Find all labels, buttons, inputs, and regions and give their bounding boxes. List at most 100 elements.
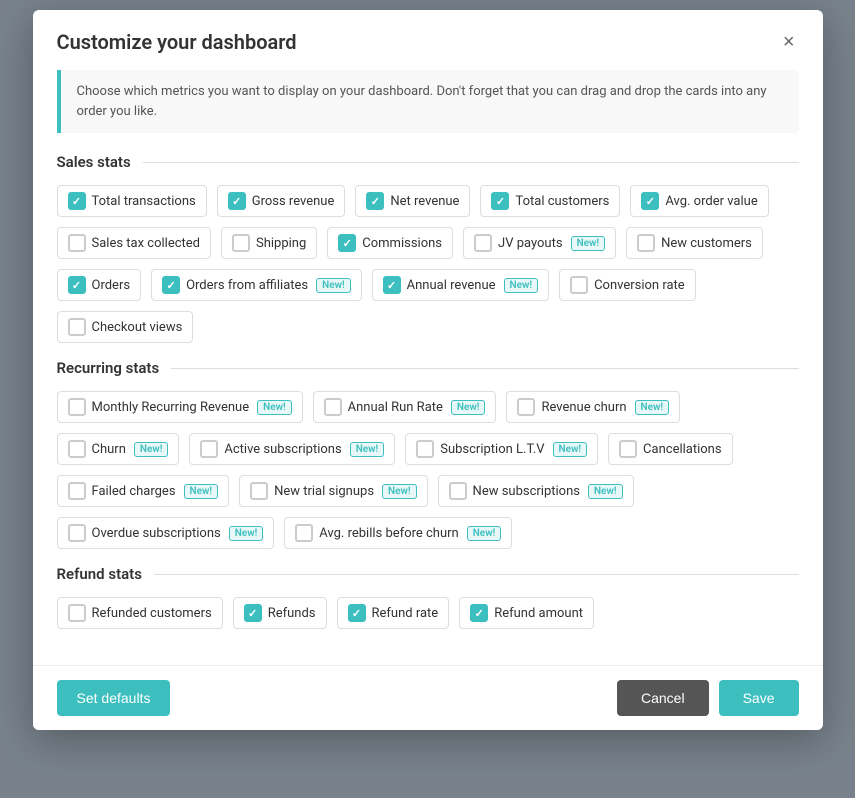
- checkbox-item-new-trial-signups[interactable]: New trial signupsNew!: [239, 475, 427, 507]
- checkbox-grid-sales-stats: Total transactions Gross revenue Net reven…: [57, 185, 799, 343]
- checkbox-item-cancellations[interactable]: Cancellations: [608, 433, 733, 465]
- checkbox-refunded-customers[interactable]: [68, 604, 86, 622]
- checkbox-item-gross-revenue[interactable]: Gross revenue: [217, 185, 346, 217]
- checkbox-item-refund-amount[interactable]: Refund amount: [459, 597, 594, 629]
- checkbox-item-commissions[interactable]: Commissions: [327, 227, 453, 259]
- label-orders: Orders: [92, 278, 131, 293]
- badge-new-annual-revenue: New!: [504, 278, 539, 293]
- checkbox-item-avg-order-value[interactable]: Avg. order value: [630, 185, 768, 217]
- label-net-revenue: Net revenue: [390, 194, 459, 209]
- checkbox-item-churn[interactable]: Churn New!: [57, 433, 180, 465]
- set-defaults-button[interactable]: Set defaults: [57, 680, 171, 716]
- checkbox-conversion-rate[interactable]: [570, 276, 588, 294]
- save-button[interactable]: Save: [719, 680, 799, 716]
- badge-new-new-subscriptions: New!: [588, 484, 623, 499]
- checkbox-refunds[interactable]: [244, 604, 262, 622]
- checkbox-item-active-subscriptions[interactable]: Active subscriptionsNew!: [189, 433, 395, 465]
- checkbox-avg-rebills-before-churn[interactable]: [295, 524, 313, 542]
- checkbox-subscription-ltv[interactable]: [416, 440, 434, 458]
- checkbox-annual-run-rate[interactable]: [324, 398, 342, 416]
- checkbox-item-net-revenue[interactable]: Net revenue: [355, 185, 470, 217]
- checkbox-total-customers[interactable]: [491, 192, 509, 210]
- label-total-customers: Total customers: [515, 194, 609, 209]
- close-button[interactable]: ×: [779, 32, 799, 52]
- checkbox-avg-order-value[interactable]: [641, 192, 659, 210]
- section-line-recurring-stats: [171, 368, 798, 369]
- label-churn: Churn: [92, 442, 126, 457]
- sections-container: Sales stats Total transactions Gross reven…: [57, 153, 799, 629]
- label-shipping: Shipping: [256, 236, 306, 251]
- checkbox-item-overdue-subscriptions[interactable]: Overdue subscriptionsNew!: [57, 517, 275, 549]
- label-overdue-subscriptions: Overdue subscriptions: [92, 526, 221, 541]
- section-line-sales-stats: [143, 162, 799, 163]
- checkbox-refund-amount[interactable]: [470, 604, 488, 622]
- checkbox-commissions[interactable]: [338, 234, 356, 252]
- checkbox-item-refunded-customers[interactable]: Refunded customers: [57, 597, 223, 629]
- label-checkout-views: Checkout views: [92, 320, 183, 335]
- checkbox-churn[interactable]: [68, 440, 86, 458]
- badge-new-jv-payouts: New!: [571, 236, 606, 251]
- checkbox-grid-recurring-stats: Monthly Recurring RevenueNew! Annual Run …: [57, 391, 799, 549]
- checkbox-refund-rate[interactable]: [348, 604, 366, 622]
- checkbox-total-transactions[interactable]: [68, 192, 86, 210]
- section-sales-stats: Sales stats Total transactions Gross reven…: [57, 153, 799, 343]
- label-avg-rebills-before-churn: Avg. rebills before churn: [319, 526, 458, 541]
- checkbox-sales-tax-collected[interactable]: [68, 234, 86, 252]
- badge-new-subscription-ltv: New!: [553, 442, 588, 457]
- section-header-sales-stats: Sales stats: [57, 153, 799, 171]
- checkbox-cancellations[interactable]: [619, 440, 637, 458]
- label-refunds: Refunds: [268, 606, 316, 621]
- checkbox-new-subscriptions[interactable]: [449, 482, 467, 500]
- badge-new-annual-run-rate: New!: [451, 400, 486, 415]
- checkbox-item-monthly-recurring-revenue[interactable]: Monthly Recurring RevenueNew!: [57, 391, 303, 423]
- label-avg-order-value: Avg. order value: [665, 194, 757, 209]
- checkbox-item-sales-tax-collected[interactable]: Sales tax collected: [57, 227, 212, 259]
- label-revenue-churn: Revenue churn: [541, 400, 626, 415]
- checkbox-item-shipping[interactable]: Shipping: [221, 227, 317, 259]
- checkbox-orders[interactable]: [68, 276, 86, 294]
- checkbox-item-checkout-views[interactable]: Checkout views: [57, 311, 194, 343]
- checkbox-item-avg-rebills-before-churn[interactable]: Avg. rebills before churnNew!: [284, 517, 512, 549]
- checkbox-item-subscription-ltv[interactable]: Subscription L.T.V New!: [405, 433, 598, 465]
- checkbox-net-revenue[interactable]: [366, 192, 384, 210]
- checkbox-item-total-customers[interactable]: Total customers: [480, 185, 620, 217]
- label-jv-payouts: JV payouts: [498, 236, 563, 251]
- checkbox-orders-from-affiliates[interactable]: [162, 276, 180, 294]
- checkbox-item-jv-payouts[interactable]: JV payouts New!: [463, 227, 616, 259]
- checkbox-item-orders-from-affiliates[interactable]: Orders from affiliatesNew!: [151, 269, 362, 301]
- section-title-recurring-stats: Recurring stats: [57, 359, 160, 377]
- checkbox-gross-revenue[interactable]: [228, 192, 246, 210]
- checkbox-item-annual-revenue[interactable]: Annual revenueNew!: [372, 269, 549, 301]
- checkbox-new-customers[interactable]: [637, 234, 655, 252]
- section-title-refund-stats: Refund stats: [57, 565, 142, 583]
- badge-new-churn: New!: [134, 442, 169, 457]
- checkbox-checkout-views[interactable]: [68, 318, 86, 336]
- checkbox-item-failed-charges[interactable]: Failed chargesNew!: [57, 475, 230, 507]
- checkbox-grid-refund-stats: Refunded customers Refunds Refund rate Refu…: [57, 597, 799, 629]
- checkbox-item-new-subscriptions[interactable]: New subscriptionsNew!: [438, 475, 634, 507]
- checkbox-item-revenue-churn[interactable]: Revenue churnNew!: [506, 391, 680, 423]
- badge-new-orders-from-affiliates: New!: [316, 278, 351, 293]
- checkbox-item-refunds[interactable]: Refunds: [233, 597, 327, 629]
- checkbox-active-subscriptions[interactable]: [200, 440, 218, 458]
- checkbox-item-refund-rate[interactable]: Refund rate: [337, 597, 450, 629]
- checkbox-item-total-transactions[interactable]: Total transactions: [57, 185, 207, 217]
- checkbox-item-conversion-rate[interactable]: Conversion rate: [559, 269, 696, 301]
- cancel-button[interactable]: Cancel: [617, 680, 709, 716]
- checkbox-item-annual-run-rate[interactable]: Annual Run RateNew!: [313, 391, 497, 423]
- checkbox-jv-payouts[interactable]: [474, 234, 492, 252]
- checkbox-monthly-recurring-revenue[interactable]: [68, 398, 86, 416]
- checkbox-overdue-subscriptions[interactable]: [68, 524, 86, 542]
- section-recurring-stats: Recurring stats Monthly Recurring Revenue…: [57, 359, 799, 549]
- checkbox-item-orders[interactable]: Orders: [57, 269, 142, 301]
- checkbox-revenue-churn[interactable]: [517, 398, 535, 416]
- label-subscription-ltv: Subscription L.T.V: [440, 442, 544, 457]
- checkbox-new-trial-signups[interactable]: [250, 482, 268, 500]
- label-active-subscriptions: Active subscriptions: [224, 442, 341, 457]
- checkbox-failed-charges[interactable]: [68, 482, 86, 500]
- section-line-refund-stats: [154, 574, 799, 575]
- label-sales-tax-collected: Sales tax collected: [92, 236, 201, 251]
- checkbox-item-new-customers[interactable]: New customers: [626, 227, 763, 259]
- checkbox-shipping[interactable]: [232, 234, 250, 252]
- checkbox-annual-revenue[interactable]: [383, 276, 401, 294]
